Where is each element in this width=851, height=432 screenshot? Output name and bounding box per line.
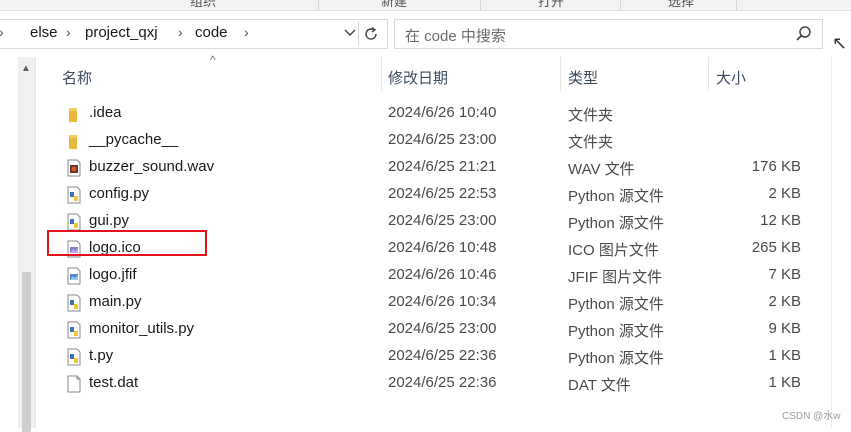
ribbon-divider — [480, 0, 481, 10]
file-date: 2024/6/26 10:34 — [388, 293, 497, 310]
sort-ascending-icon: ^ — [210, 53, 216, 67]
file-size: 1 KB — [768, 347, 801, 364]
file-date: 2024/6/25 23:00 — [388, 131, 497, 148]
search-box[interactable]: 在 code 中搜索 — [394, 19, 823, 49]
file-date: 2024/6/25 22:36 — [388, 347, 497, 364]
file-date: 2024/6/26 10:46 — [388, 266, 497, 283]
file-name[interactable]: t.py — [89, 347, 113, 364]
file-row[interactable]: test.dat 2024/6/25 22:36 DAT 文件 1 KB — [56, 370, 816, 397]
audio-file-icon — [66, 159, 82, 177]
file-name[interactable]: main.py — [89, 293, 142, 310]
file-name[interactable]: logo.jfif — [89, 266, 137, 283]
file-date: 2024/6/26 10:40 — [388, 104, 497, 121]
watermark: CSDN @水w — [782, 411, 841, 422]
file-type: 文件夹 — [568, 107, 614, 124]
breadcrumb-project-qxj[interactable]: project_qxj — [85, 24, 158, 41]
highlight-box — [47, 230, 207, 256]
file-name[interactable]: gui.py — [89, 212, 129, 229]
column-divider[interactable] — [381, 57, 382, 91]
file-size: 12 KB — [760, 212, 801, 229]
file-name[interactable]: monitor_utils.py — [89, 320, 194, 337]
file-type: JFIF 图片文件 — [568, 269, 663, 286]
file-row[interactable]: buzzer_sound.wav 2024/6/25 21:21 WAV 文件 … — [56, 154, 816, 181]
file-date: 2024/6/25 22:36 — [388, 374, 497, 391]
file-type: Python 源文件 — [568, 350, 664, 367]
generic-file-icon — [66, 375, 82, 393]
column-header-row: ^ 名称 修改日期 类型 大小 — [36, 53, 831, 93]
file-size: 176 KB — [751, 158, 801, 175]
file-size: 7 KB — [768, 266, 801, 283]
column-header-type[interactable]: 类型 — [568, 67, 598, 88]
file-name[interactable]: buzzer_sound.wav — [89, 158, 214, 175]
address-bar[interactable]: › else › project_qxj › code › — [0, 19, 388, 49]
file-date: 2024/6/25 22:53 — [388, 185, 497, 202]
file-size: 1 KB — [768, 374, 801, 391]
breadcrumb-else[interactable]: else — [30, 24, 58, 41]
scroll-up-icon[interactable]: ▲ — [21, 63, 31, 74]
file-size: 9 KB — [768, 320, 801, 337]
refresh-icon[interactable] — [358, 21, 383, 47]
breadcrumb-code[interactable]: code — [195, 24, 228, 41]
file-date: 2024/6/25 23:00 — [388, 212, 497, 229]
chevron-right-icon[interactable]: › — [0, 24, 4, 40]
file-row[interactable]: main.py 2024/6/26 10:34 Python 源文件 2 KB — [56, 289, 816, 316]
file-size: 2 KB — [768, 185, 801, 202]
file-type: WAV 文件 — [568, 161, 635, 178]
ribbon-divider — [736, 0, 737, 10]
column-header-size[interactable]: 大小 — [716, 67, 746, 88]
column-header-date[interactable]: 修改日期 — [388, 67, 448, 88]
file-row[interactable]: .idea 2024/6/26 10:40 文件夹 — [56, 100, 816, 127]
chevron-right-icon[interactable]: › — [178, 24, 183, 40]
ribbon-divider — [620, 0, 621, 10]
file-type: ICO 图片文件 — [568, 242, 659, 259]
search-icon[interactable] — [794, 24, 814, 44]
file-row[interactable]: config.py 2024/6/25 22:53 Python 源文件 2 K… — [56, 181, 816, 208]
file-size: 2 KB — [768, 293, 801, 310]
python-file-icon — [66, 186, 82, 204]
python-file-icon — [66, 213, 82, 231]
file-row[interactable]: monitor_utils.py 2024/6/25 23:00 Python … — [56, 316, 816, 343]
python-file-icon — [66, 321, 82, 339]
python-file-icon — [66, 294, 82, 312]
file-type: 文件夹 — [568, 134, 614, 151]
file-type: Python 源文件 — [568, 296, 664, 313]
chevron-right-icon[interactable]: › — [66, 24, 71, 40]
navigation-scrollbar[interactable]: ▲ — [18, 57, 36, 432]
file-row[interactable]: logo.jfif 2024/6/26 10:46 JFIF 图片文件 7 KB — [56, 262, 816, 289]
ribbon-group-organize[interactable]: 组织 — [190, 0, 216, 10]
file-type: Python 源文件 — [568, 215, 664, 232]
file-date: 2024/6/25 21:21 — [388, 158, 497, 175]
scrollbar-thumb[interactable] — [22, 272, 31, 432]
file-date: 2024/6/25 23:00 — [388, 320, 497, 337]
address-row: › else › project_qxj › code › 在 code 中搜索… — [0, 11, 851, 78]
file-type: DAT 文件 — [568, 377, 631, 394]
file-name[interactable]: __pycache__ — [89, 131, 178, 148]
file-type: Python 源文件 — [568, 188, 664, 205]
file-date: 2024/6/26 10:48 — [388, 239, 497, 256]
file-name[interactable]: .idea — [89, 104, 122, 121]
column-divider[interactable] — [708, 57, 709, 91]
file-type: Python 源文件 — [568, 323, 664, 340]
image-file-icon — [66, 267, 82, 285]
folder-icon — [66, 105, 82, 123]
content-scrollbar[interactable] — [831, 57, 851, 428]
folder-icon — [66, 132, 82, 150]
file-name[interactable]: test.dat — [89, 374, 138, 391]
ribbon-group-select[interactable]: 选择 — [668, 0, 694, 10]
search-placeholder[interactable]: 在 code 中搜索 — [405, 25, 506, 46]
chevron-right-icon[interactable]: › — [244, 24, 249, 40]
file-row[interactable]: t.py 2024/6/25 22:36 Python 源文件 1 KB — [56, 343, 816, 370]
ribbon-group-new[interactable]: 新建 — [381, 0, 407, 10]
python-file-icon — [66, 348, 82, 366]
ribbon-group-open[interactable]: 打开 — [538, 0, 564, 10]
column-divider[interactable] — [560, 57, 561, 91]
file-size: 265 KB — [751, 239, 801, 256]
file-name[interactable]: config.py — [89, 185, 149, 202]
ribbon-divider — [318, 0, 319, 10]
chevron-down-icon[interactable] — [343, 24, 357, 42]
column-header-name[interactable]: 名称 — [62, 67, 92, 88]
ribbon-strip: 组织 新建 打开 选择 — [0, 0, 851, 11]
file-row[interactable]: __pycache__ 2024/6/25 23:00 文件夹 — [56, 127, 816, 154]
